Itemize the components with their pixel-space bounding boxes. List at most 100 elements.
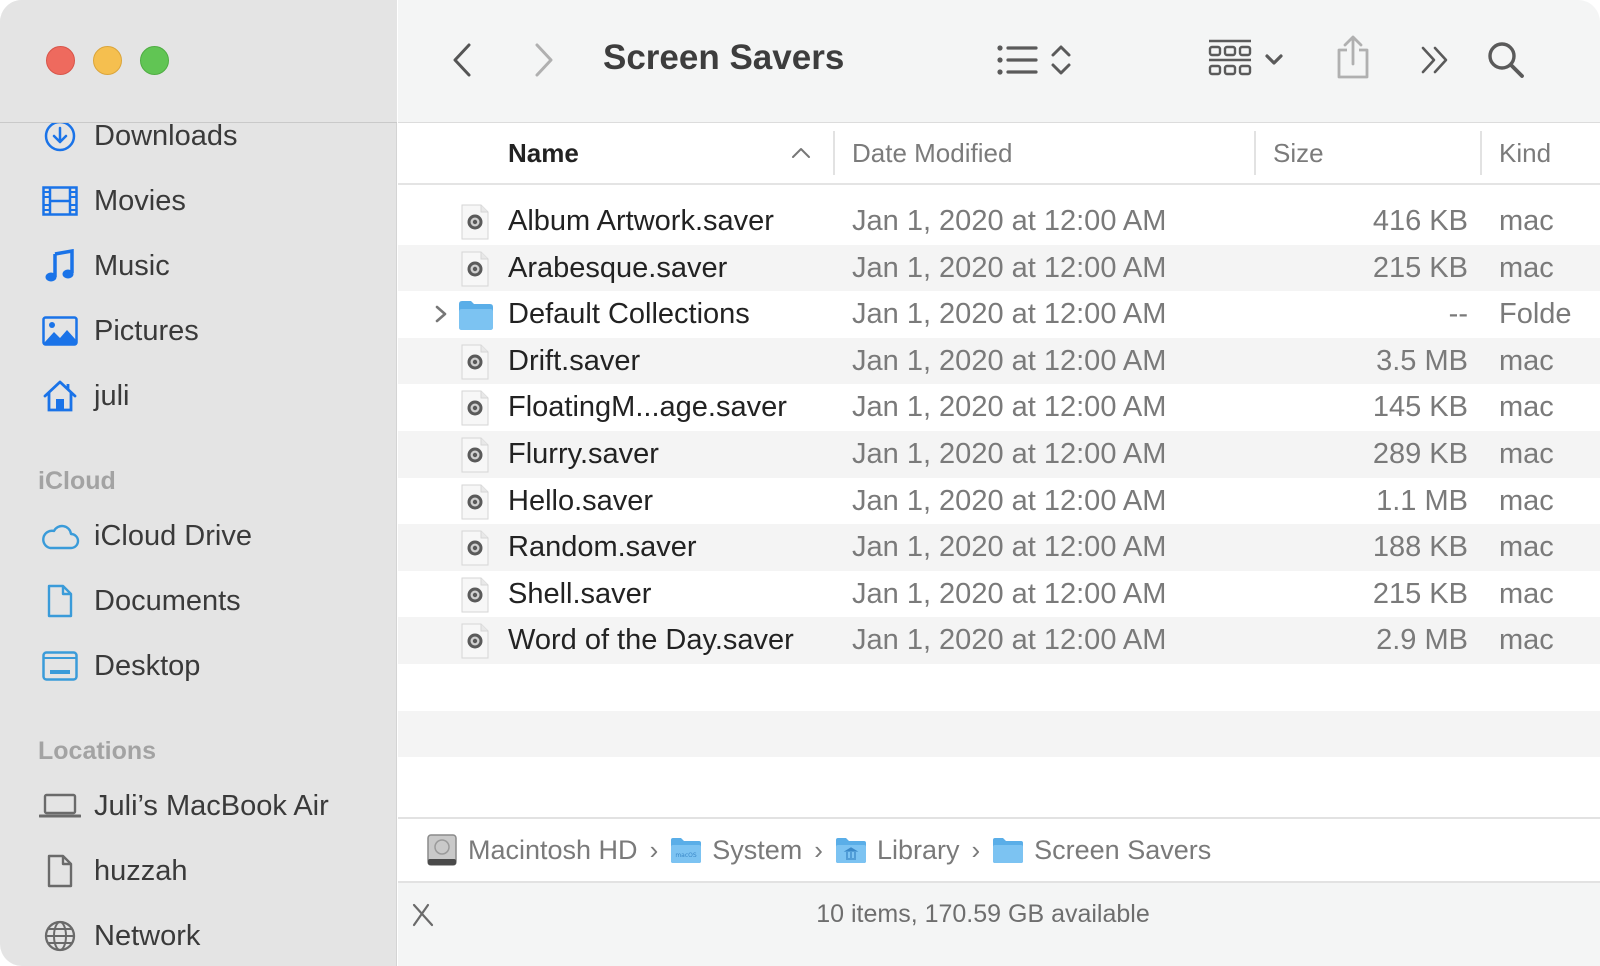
forward-button[interactable] bbox=[526, 38, 562, 82]
file-date-modified: Jan 1, 2020 at 12:00 AM bbox=[852, 205, 1167, 237]
toolbar: Screen Savers bbox=[398, 0, 1600, 123]
column-header-kind[interactable]: Kind bbox=[1499, 123, 1600, 183]
double-chevron-icon bbox=[1421, 46, 1448, 74]
screensaver-file-icon bbox=[460, 437, 490, 473]
file-date-modified: Jan 1, 2020 at 12:00 AM bbox=[852, 624, 1167, 657]
file-row[interactable]: Flurry.saver Jan 1, 2020 at 12:00 AM 289 K… bbox=[398, 431, 1600, 478]
window-controls bbox=[46, 46, 169, 75]
column-header-date[interactable]: Date Modified bbox=[852, 123, 1252, 183]
file-name: Flurry.saver bbox=[508, 438, 659, 470]
group-grid-icon bbox=[1208, 39, 1252, 76]
disclosure-triangle-icon[interactable] bbox=[432, 299, 450, 329]
file-row[interactable]: Arabesque.saver Jan 1, 2020 at 12:00 AM 21… bbox=[398, 244, 1600, 292]
column-size-label: Size bbox=[1273, 137, 1324, 168]
file-name: Shell.saver bbox=[508, 577, 652, 610]
sidebar-item-huzzah[interactable]: huzzah bbox=[38, 846, 188, 896]
sidebar-item-network[interactable]: Network bbox=[38, 911, 200, 961]
column-divider[interactable] bbox=[833, 131, 835, 175]
sidebar-item-label: iCloud Drive bbox=[94, 519, 252, 552]
more-toolbar-items-button[interactable] bbox=[1416, 40, 1456, 80]
file-date-modified: Jan 1, 2020 at 12:00 AM bbox=[852, 344, 1167, 377]
file-name: Album Artwork.saver bbox=[508, 205, 774, 237]
column-divider[interactable] bbox=[1254, 131, 1256, 175]
file-row[interactable]: Hello.saver Jan 1, 2020 at 12:00 AM 1.1 MB… bbox=[398, 478, 1600, 525]
file-row[interactable]: Word of the Day.saver Jan 1, 2020 at 12:0… bbox=[398, 617, 1600, 664]
close-window-button[interactable] bbox=[46, 46, 75, 75]
path-item-label: Library bbox=[876, 834, 960, 865]
up-down-chevron-icon bbox=[1051, 45, 1071, 75]
sidebar-item-icloud-drive[interactable]: iCloud Drive bbox=[38, 511, 252, 561]
file-size: 188 KB bbox=[1372, 531, 1468, 564]
screensaver-file-icon bbox=[460, 390, 490, 426]
column-header-name[interactable]: Name bbox=[508, 123, 808, 183]
folder-icon bbox=[458, 299, 493, 335]
file-list: Album Artwork.saver Jan 1, 2020 at 12:00 … bbox=[398, 198, 1600, 815]
file-row[interactable]: Drift.saver Jan 1, 2020 at 12:00 AM 3.5 MB… bbox=[398, 337, 1600, 385]
sidebar-item-label: Juli’s MacBook Air bbox=[94, 789, 329, 822]
list-view-icon bbox=[997, 45, 1038, 75]
column-date-label: Date Modified bbox=[852, 137, 1013, 168]
sidebar-item-macbook[interactable]: Juli’s MacBook Air bbox=[38, 781, 329, 831]
file-kind: mac bbox=[1499, 484, 1554, 517]
file-kind: mac bbox=[1499, 624, 1554, 657]
file-size: 2.9 MB bbox=[1376, 624, 1468, 657]
search-button[interactable] bbox=[1484, 38, 1528, 82]
back-button[interactable] bbox=[444, 38, 480, 82]
music-note-icon bbox=[38, 246, 82, 286]
home-icon bbox=[38, 376, 82, 416]
hard-drive-icon bbox=[427, 834, 457, 866]
screensaver-file-icon bbox=[460, 577, 490, 613]
sidebar-item-documents[interactable]: Documents bbox=[38, 576, 241, 626]
file-size: 3.5 MB bbox=[1376, 344, 1468, 377]
file-kind: mac bbox=[1499, 531, 1554, 564]
cloud-icon bbox=[38, 516, 82, 556]
screensaver-file-icon bbox=[460, 251, 490, 287]
sidebar-item-music[interactable]: Music bbox=[38, 241, 170, 291]
column-divider[interactable] bbox=[1480, 131, 1482, 175]
sidebar-item-movies[interactable]: Movies bbox=[38, 176, 186, 226]
sidebar: Downloads Movies Music Pictures juli iCl… bbox=[0, 0, 397, 966]
empty-row bbox=[398, 710, 1600, 758]
minimize-window-button[interactable] bbox=[93, 46, 122, 75]
photo-icon bbox=[38, 311, 82, 351]
path-item-system[interactable]: macOS System bbox=[670, 835, 802, 866]
file-size: -- bbox=[1448, 298, 1468, 331]
column-header: Name Date Modified Size Kind bbox=[398, 123, 1600, 185]
share-button[interactable] bbox=[1332, 32, 1374, 82]
screensaver-file-icon bbox=[460, 530, 490, 566]
status-bar: 10 items, 170.59 GB available bbox=[398, 883, 1600, 966]
path-item-library[interactable]: Library bbox=[835, 834, 960, 866]
sidebar-item-label: Network bbox=[94, 919, 201, 952]
file-row[interactable]: Random.saver Jan 1, 2020 at 12:00 AM 188 K… bbox=[398, 524, 1600, 571]
file-name: Drift.saver bbox=[508, 344, 641, 377]
group-button[interactable] bbox=[1204, 36, 1288, 84]
file-name: FloatingM...age.saver bbox=[508, 391, 787, 424]
sidebar-item-label: Downloads bbox=[94, 119, 238, 152]
column-header-size[interactable]: Size bbox=[1273, 123, 1473, 183]
file-date-modified: Jan 1, 2020 at 12:00 AM bbox=[852, 484, 1167, 517]
file-kind: mac bbox=[1499, 344, 1554, 377]
file-row[interactable]: Album Artwork.saver Jan 1, 2020 at 12:00 … bbox=[398, 198, 1600, 245]
file-row[interactable]: Default Collections Jan 1, 2020 at 12:00 … bbox=[398, 291, 1600, 338]
file-row[interactable]: FloatingM...age.saver Jan 1, 2020 at 12:0… bbox=[398, 384, 1600, 431]
sidebar-item-desktop[interactable]: Desktop bbox=[38, 641, 200, 691]
file-size: 215 KB bbox=[1372, 577, 1468, 610]
view-mode-button[interactable] bbox=[992, 38, 1078, 82]
file-size: 289 KB bbox=[1372, 438, 1468, 470]
path-item-screen-savers[interactable]: Screen Savers bbox=[992, 835, 1211, 866]
file-date-modified: Jan 1, 2020 at 12:00 AM bbox=[852, 438, 1167, 470]
path-separator-icon: › bbox=[814, 834, 823, 865]
zoom-window-button[interactable] bbox=[140, 46, 169, 75]
path-item-label: System bbox=[712, 834, 803, 865]
svg-text:macOS: macOS bbox=[676, 852, 698, 859]
path-item-macintosh-hd[interactable]: Macintosh HD bbox=[426, 833, 638, 867]
empty-row bbox=[398, 757, 1600, 804]
sidebar-section-locations: Locations bbox=[38, 737, 157, 765]
status-text: 10 items, 170.59 GB available bbox=[816, 900, 1150, 928]
file-row[interactable]: Shell.saver Jan 1, 2020 at 12:00 AM 215 KB… bbox=[398, 571, 1600, 618]
sidebar-item-home[interactable]: juli bbox=[38, 371, 129, 421]
file-name: Default Collections bbox=[508, 298, 750, 331]
search-icon bbox=[1488, 42, 1524, 78]
file-size: 1.1 MB bbox=[1376, 484, 1468, 517]
sidebar-item-pictures[interactable]: Pictures bbox=[38, 306, 199, 356]
